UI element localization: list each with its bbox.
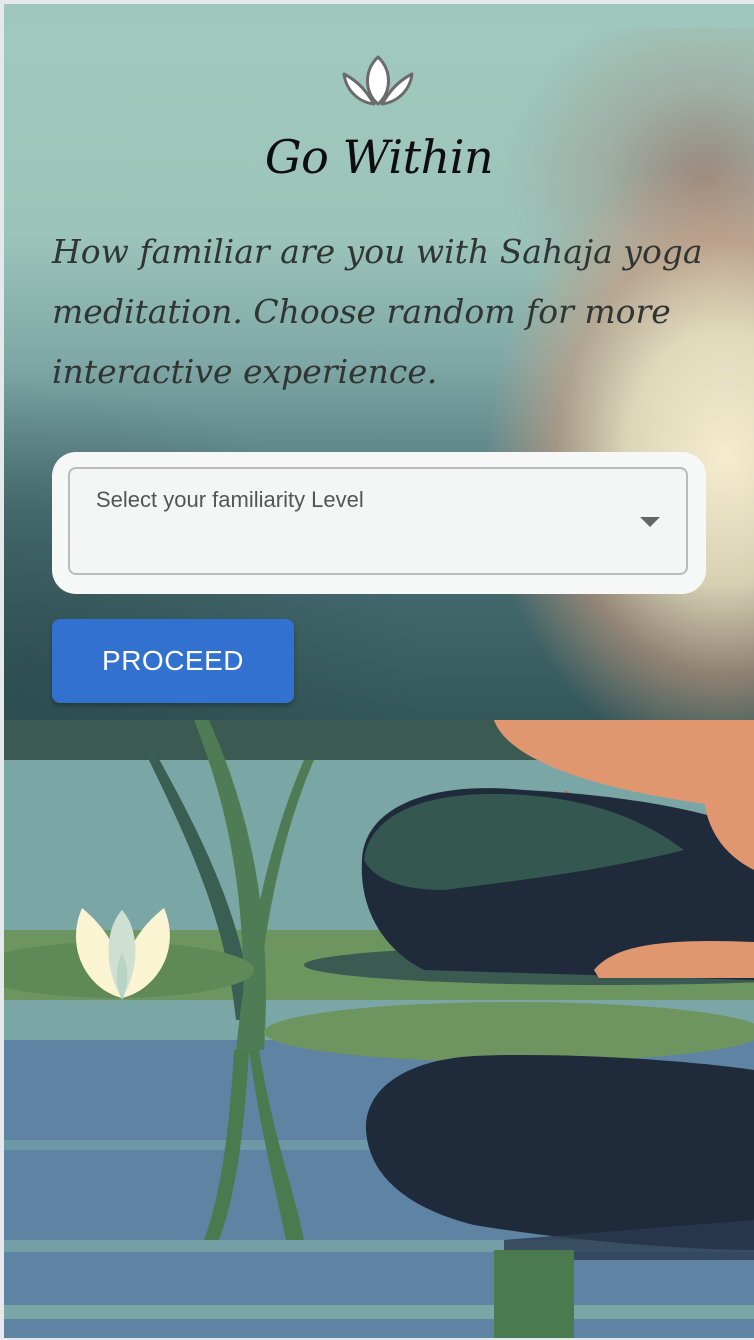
familiarity-question: How familiar are you with Sahaja yoga me… (52, 232, 703, 391)
lotus-icon (342, 55, 414, 106)
familiarity-select[interactable]: Select your familiarity Level (68, 467, 688, 575)
chevron-down-icon[interactable] (640, 517, 660, 527)
familiarity-select-label: Select your familiarity Level (96, 487, 364, 512)
familiarity-card: Select your familiarity Level (52, 452, 706, 594)
top-strip (4, 4, 754, 28)
app-screen: Go Within How familiar are you with Saha… (4, 4, 754, 1338)
meditation-illustration (4, 720, 754, 1338)
app-title: Go Within (264, 130, 494, 184)
proceed-button[interactable]: PROCEED (52, 619, 294, 703)
